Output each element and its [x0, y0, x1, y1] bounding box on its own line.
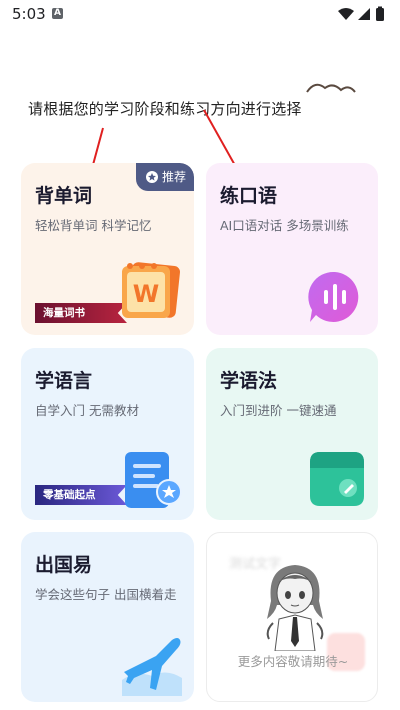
coming-soon-text: 更多内容敬请期待~ [237, 654, 349, 669]
notification-icon: A [52, 8, 63, 19]
card-title: 背单词 [35, 185, 93, 207]
svg-text:W: W [133, 280, 159, 308]
grammar-book-icon [310, 452, 364, 506]
status-bar: 5:03 A [0, 0, 400, 28]
card-grammar[interactable]: 学语法 入门到进阶 一键速通 [206, 348, 378, 520]
textbook-icon [125, 452, 182, 508]
card-abroad[interactable]: 出国易 学会这些句子 出国横着走 [21, 532, 194, 702]
instruction-text: 请根据您的学习阶段和练习方向进行选择 [28, 100, 302, 118]
card-title: 学语法 [220, 370, 278, 392]
word-book-icon: W [122, 262, 180, 318]
card-speak[interactable]: 练口语 AI口语对话 多场景训练 [206, 163, 378, 335]
status-time: 5:03 [12, 5, 46, 23]
star-icon [146, 171, 158, 183]
card-subtitle: 入门到进阶 一键速通 [220, 403, 337, 418]
anime-girl-illustration [266, 565, 324, 651]
airplane-icon [122, 638, 182, 696]
card-title: 出国易 [35, 554, 93, 576]
battery-icon [376, 8, 384, 21]
card-subtitle: 轻松背单词 科学记忆 [35, 218, 152, 233]
card-lang[interactable]: 学语言 自学入门 无需教材 零基础起点 [21, 348, 194, 520]
card-vocab[interactable]: 背单词 轻松背单词 科学记忆 推荐 海量词书 W [21, 163, 194, 335]
card-subtitle: AI口语对话 多场景训练 [220, 218, 349, 233]
card-subtitle: 学会这些句子 出国横着走 [35, 587, 177, 602]
card-title: 练口语 [220, 185, 278, 207]
ribbon-label: 零基础起点 [35, 485, 127, 505]
status-icons [338, 6, 384, 21]
decorative-figure-icon [306, 83, 356, 93]
voice-chat-icon [308, 271, 359, 322]
card-title: 学语言 [35, 370, 93, 392]
wifi-icon [338, 8, 354, 20]
ribbon-label: 海量词书 [35, 303, 127, 323]
recommend-badge: 推荐 [136, 163, 194, 191]
card-coming-soon: 测试文字 更多内容敬请期待~ [206, 532, 378, 702]
card-subtitle: 自学入门 无需教材 [35, 403, 139, 418]
signal-icon [358, 8, 370, 20]
